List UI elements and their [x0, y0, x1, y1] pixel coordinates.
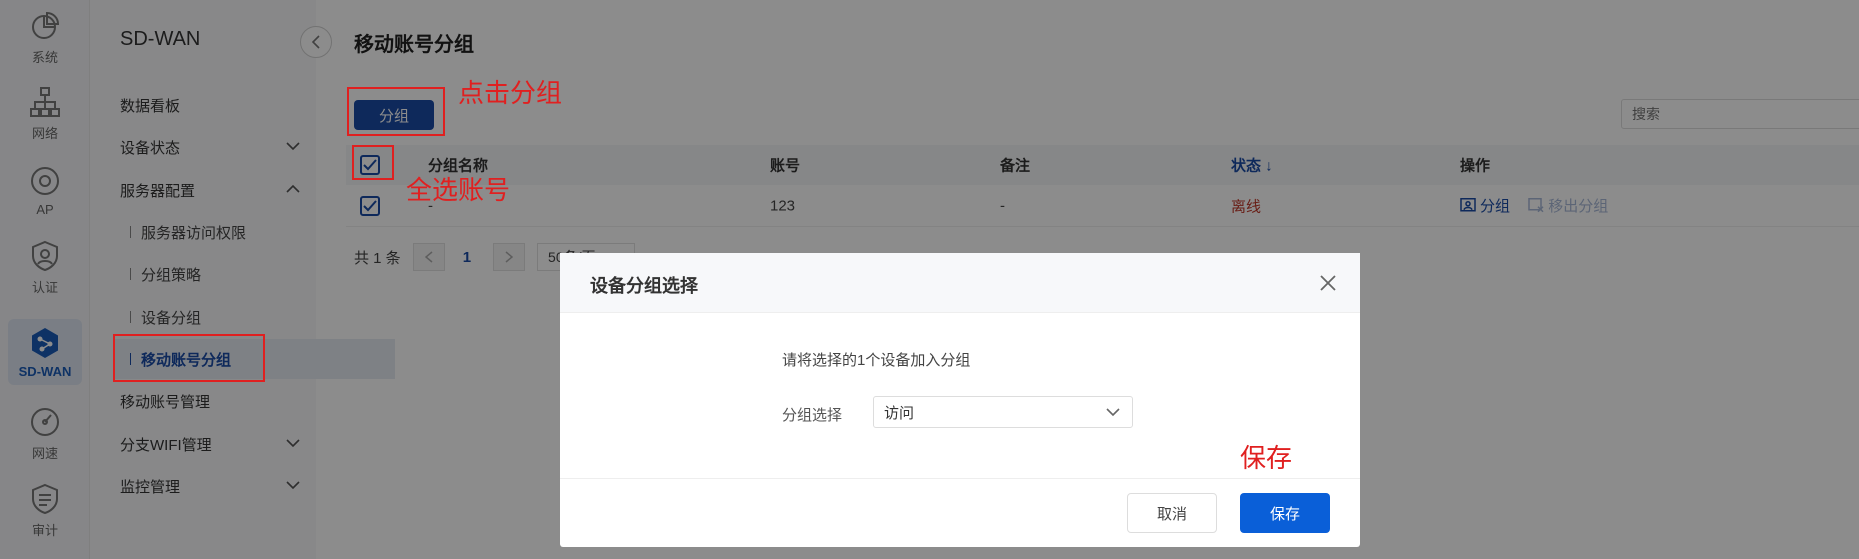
device-group-modal: 设备分组选择 请将选择的1个设备加入分组 分组选择 访问 取消 保存 — [560, 253, 1360, 547]
modal-header: 设备分组选择 — [560, 253, 1360, 313]
modal-footer: 取消 保存 — [560, 478, 1360, 547]
modal-title: 设备分组选择 — [590, 276, 698, 296]
annotation-box-menu — [113, 334, 265, 382]
annotation-box-group-button — [347, 87, 445, 136]
annotation-save: 保存 — [1240, 443, 1293, 473]
save-button[interactable]: 保存 — [1240, 493, 1330, 533]
annotation-select-all: 全选账号 — [406, 175, 511, 205]
group-select[interactable]: 访问 — [873, 396, 1133, 428]
modal-message: 请将选择的1个设备加入分组 — [782, 352, 971, 369]
cancel-button[interactable]: 取消 — [1127, 493, 1217, 533]
annotation-box-select-all — [352, 145, 394, 180]
chevron-down-icon — [1106, 408, 1120, 417]
annotation-click-group: 点击分组 — [458, 78, 563, 108]
close-icon[interactable] — [1318, 273, 1338, 293]
group-select-label: 分组选择 — [782, 407, 843, 424]
group-select-value: 访问 — [884, 404, 915, 422]
